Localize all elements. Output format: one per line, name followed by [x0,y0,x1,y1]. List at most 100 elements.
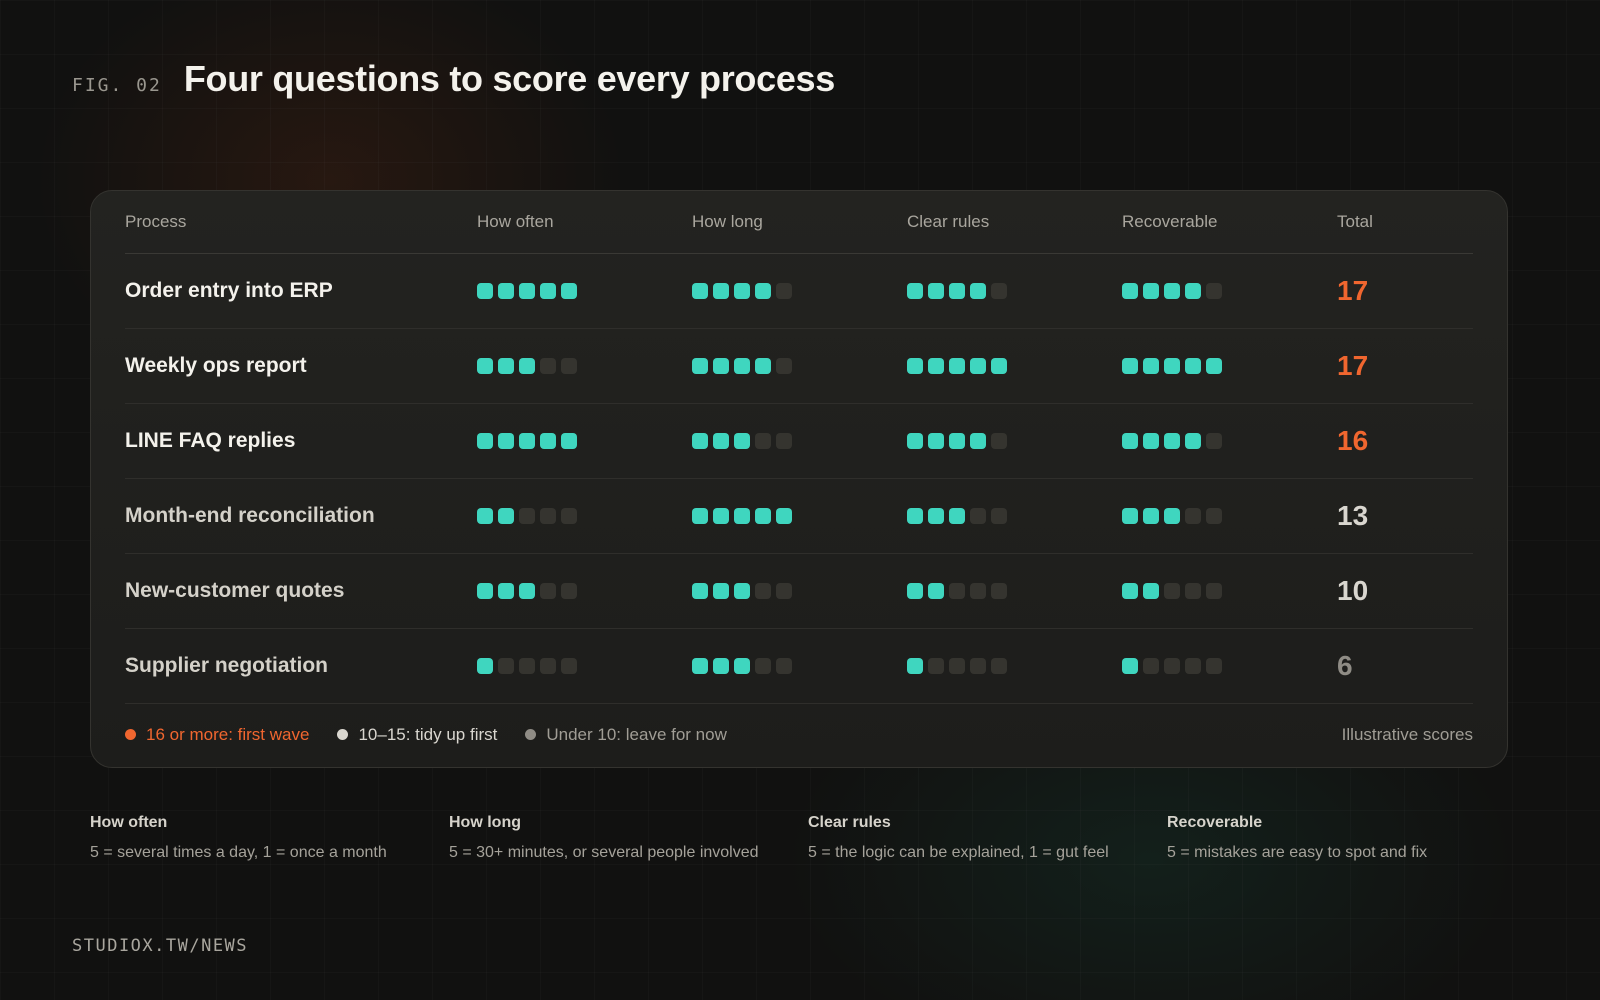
score-dot-filled [734,583,750,599]
score-dot-filled [1164,433,1180,449]
score-dot-filled [1164,358,1180,374]
how-often-score [477,433,692,449]
score-dot-filled [755,508,771,524]
score-dot-empty [776,658,792,674]
total-score: 17 [1337,350,1369,381]
legend-label: Under 10: leave for now [546,724,727,744]
score-dot-filled [477,508,493,524]
clear-rules-score [907,583,1122,599]
definition-clear-rules: Clear rules 5 = the logic can be explain… [808,814,1167,862]
score-dot-empty [519,508,535,524]
definition-title: How often [90,814,168,831]
total-score: 13 [1337,500,1369,531]
score-dots [1122,283,1337,299]
column-header-how-often: How often [477,212,554,231]
score-dot-filled [1185,283,1201,299]
score-dots [1122,583,1337,599]
score-dot-filled [1122,658,1138,674]
legend-dot-icon [337,729,349,740]
column-header-total: Total [1337,212,1373,231]
score-dot-filled [692,283,708,299]
score-dot-empty [970,583,986,599]
score-dot-filled [776,508,792,524]
score-dot-filled [519,283,535,299]
score-dot-empty [1206,658,1222,674]
score-dot-empty [970,658,986,674]
score-dots [907,283,1122,299]
score-dot-empty [991,508,1007,524]
score-dot-filled [540,283,556,299]
score-dot-filled [692,433,708,449]
score-dots [477,658,692,674]
how-long-score [692,283,907,299]
definition-description: 5 = mistakes are easy to spot and fix [1167,844,1428,861]
score-dot-filled [1206,358,1222,374]
score-dot-empty [1206,583,1222,599]
score-dot-filled [477,658,493,674]
score-dot-filled [1164,508,1180,524]
score-dot-filled [755,358,771,374]
score-dot-filled [928,358,944,374]
score-dot-empty [561,358,577,374]
recoverable-score [1122,658,1337,674]
clear-rules-score [907,508,1122,524]
definition-description: 5 = several times a day, 1 = once a mont… [90,844,387,861]
score-dot-filled [1122,508,1138,524]
score-dot-empty [519,658,535,674]
how-often-score [477,583,692,599]
score-dot-filled [907,433,923,449]
illustrative-note: Illustrative scores [1341,724,1473,744]
score-dot-filled [734,508,750,524]
process-name: Order entry into ERP [125,279,333,302]
score-dot-empty [1143,658,1159,674]
score-dot-filled [498,358,514,374]
score-dots [692,358,907,374]
how-often-score [477,358,692,374]
score-dots [477,358,692,374]
score-definitions: How often 5 = several times a day, 1 = o… [90,814,1526,862]
clear-rules-score [907,283,1122,299]
score-dots [1122,358,1337,374]
score-dot-empty [540,583,556,599]
score-dot-filled [692,658,708,674]
score-dot-filled [692,583,708,599]
tier-legend: 16 or more: first wave 10–15: tidy up fi… [125,704,1473,765]
recoverable-score [1122,583,1337,599]
table-header: Process How often How long Clear rules R… [125,191,1473,254]
figure-label: FIG. 02 [72,75,162,96]
total-score: 10 [1337,575,1369,606]
legend-label: 16 or more: first wave [146,724,310,744]
process-name: Month-end reconciliation [125,504,375,527]
process-name: LINE FAQ replies [125,429,296,452]
score-dot-empty [561,508,577,524]
total-score: 17 [1337,275,1369,306]
score-dot-filled [498,583,514,599]
score-dot-empty [949,658,965,674]
score-dot-filled [928,283,944,299]
score-dot-empty [776,283,792,299]
score-dot-empty [540,658,556,674]
page-title: Four questions to score every process [183,58,835,99]
how-often-score [477,658,692,674]
recoverable-score [1122,283,1337,299]
score-dot-filled [928,583,944,599]
score-dot-filled [692,508,708,524]
score-dot-filled [755,283,771,299]
recoverable-score [1122,433,1337,449]
score-dot-filled [734,358,750,374]
score-dot-empty [776,433,792,449]
score-dot-empty [755,433,771,449]
score-dot-filled [713,283,729,299]
legend-item-first-wave: 16 or more: first wave [125,725,309,745]
process-name: Weekly ops report [125,354,307,377]
score-dot-filled [519,583,535,599]
score-dot-filled [477,283,493,299]
source-url: STUDIOX.TW/NEWS [72,936,249,956]
score-dot-filled [498,508,514,524]
score-dots [907,658,1122,674]
process-name: Supplier negotiation [125,654,328,677]
score-dot-filled [519,433,535,449]
table-row: Order entry into ERP 17 [125,254,1473,329]
score-dot-empty [1164,583,1180,599]
score-dot-empty [1185,508,1201,524]
